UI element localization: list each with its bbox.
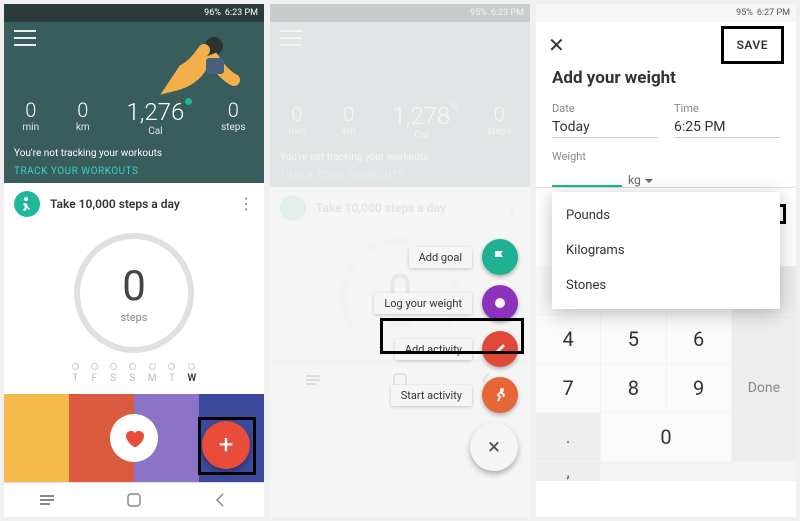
weight-input[interactable] (552, 165, 622, 187)
day-m[interactable]: M (148, 363, 157, 384)
day-ticks: T F S S M T W (4, 357, 264, 394)
battery-text: 95% (736, 8, 753, 18)
progress-ring[interactable]: 0 steps (4, 225, 264, 357)
day-s2[interactable]: S (129, 363, 136, 384)
unit-selector[interactable]: kg (628, 173, 641, 187)
scale-icon (482, 285, 518, 321)
tracking-message: You're not tracking your workouts (14, 148, 162, 159)
ring-label: steps (121, 311, 148, 324)
date-field[interactable]: Date Today (552, 102, 658, 138)
screen-add-weight: 95% 6:27 PM ✕ SAVE Add your weight Date … (536, 4, 796, 517)
recents-icon[interactable] (38, 491, 56, 509)
key-7[interactable]: 7 (536, 364, 600, 412)
log-weight-button[interactable]: Log your weight (374, 285, 518, 321)
walk-icon (14, 191, 40, 217)
status-bar: 96% 6:23 PM (4, 4, 264, 22)
start-activity-button[interactable]: Start activity (391, 377, 518, 413)
key-comma[interactable]: , (536, 462, 600, 481)
key-8[interactable]: 8 (601, 364, 665, 412)
annotation-box: SAVE (721, 26, 784, 64)
key-0[interactable]: 0 (601, 413, 731, 461)
stat-steps[interactable]: 0steps (221, 98, 246, 137)
top-bar: ✕ SAVE (536, 22, 796, 68)
stat-min[interactable]: 0min (22, 98, 39, 137)
day-w[interactable]: W (187, 363, 196, 384)
clock-text: 6:23 PM (225, 8, 258, 18)
goal-title: Take 10,000 steps a day (50, 197, 228, 211)
key-done[interactable]: Done (732, 315, 796, 461)
stats-row: 0min 0km 1,276Cal 0steps (4, 98, 264, 137)
goal-card[interactable]: Take 10,000 steps a day ⋮ (4, 183, 264, 225)
key-dot[interactable]: . (536, 413, 600, 461)
battery-text: 96% (204, 8, 221, 18)
close-icon[interactable]: ✕ (548, 33, 565, 57)
weight-form: Add your weight Date Today Time 6:25 PM … (536, 68, 796, 187)
unit-option-kilograms[interactable]: Kilograms (552, 233, 780, 268)
key-6[interactable]: 6 (667, 315, 731, 363)
flag-icon (482, 239, 518, 275)
menu-icon[interactable] (14, 30, 36, 46)
annotation-box (380, 318, 524, 354)
back-icon[interactable] (212, 491, 230, 509)
stat-cal[interactable]: 1,276Cal (126, 98, 184, 137)
heart-icon (110, 414, 158, 462)
form-title: Add your weight (552, 68, 780, 88)
key-4[interactable]: 4 (536, 315, 600, 363)
day-f[interactable]: F (91, 363, 98, 384)
fab-close-button[interactable]: × (470, 423, 518, 471)
screen-fit-home: 96% 6:23 PM 0min 0km 1,276Cal 0steps You… (4, 4, 264, 517)
key-9[interactable]: 9 (667, 364, 731, 412)
screen-fab-menu: 95% 6:23 PM 0min 0km 1,278Cal 0steps You… (270, 4, 530, 517)
day-t[interactable]: T (72, 363, 79, 384)
ring-value: 0 (122, 262, 146, 311)
unit-option-stones[interactable]: Stones (552, 268, 780, 303)
more-icon[interactable]: ⋮ (238, 194, 254, 213)
nav-bar (4, 482, 264, 517)
stat-km[interactable]: 0km (76, 98, 90, 137)
day-t2[interactable]: T (168, 363, 175, 384)
day-s[interactable]: S (110, 363, 117, 384)
status-bar: 95% 6:27 PM (536, 4, 796, 22)
add-goal-button[interactable]: Add goal (409, 239, 518, 275)
run-icon (482, 377, 518, 413)
hero-header: 0min 0km 1,276Cal 0steps You're not trac… (4, 22, 264, 183)
weight-field: Weight kg (552, 150, 780, 187)
time-field[interactable]: Time 6:25 PM (674, 102, 780, 138)
key-5[interactable]: 5 (601, 315, 665, 363)
home-icon[interactable] (125, 491, 143, 509)
track-workouts-link[interactable]: TRACK YOUR WORKOUTS (14, 166, 138, 177)
clock-text: 6:27 PM (757, 8, 790, 18)
unit-option-pounds[interactable]: Pounds (552, 198, 780, 233)
fab-menu: Add goal Log your weight Add activity St… (374, 239, 518, 471)
save-button[interactable]: SAVE (729, 32, 776, 58)
unit-dropdown: Pounds Kilograms Stones (552, 192, 780, 309)
annotation-box (198, 417, 256, 475)
